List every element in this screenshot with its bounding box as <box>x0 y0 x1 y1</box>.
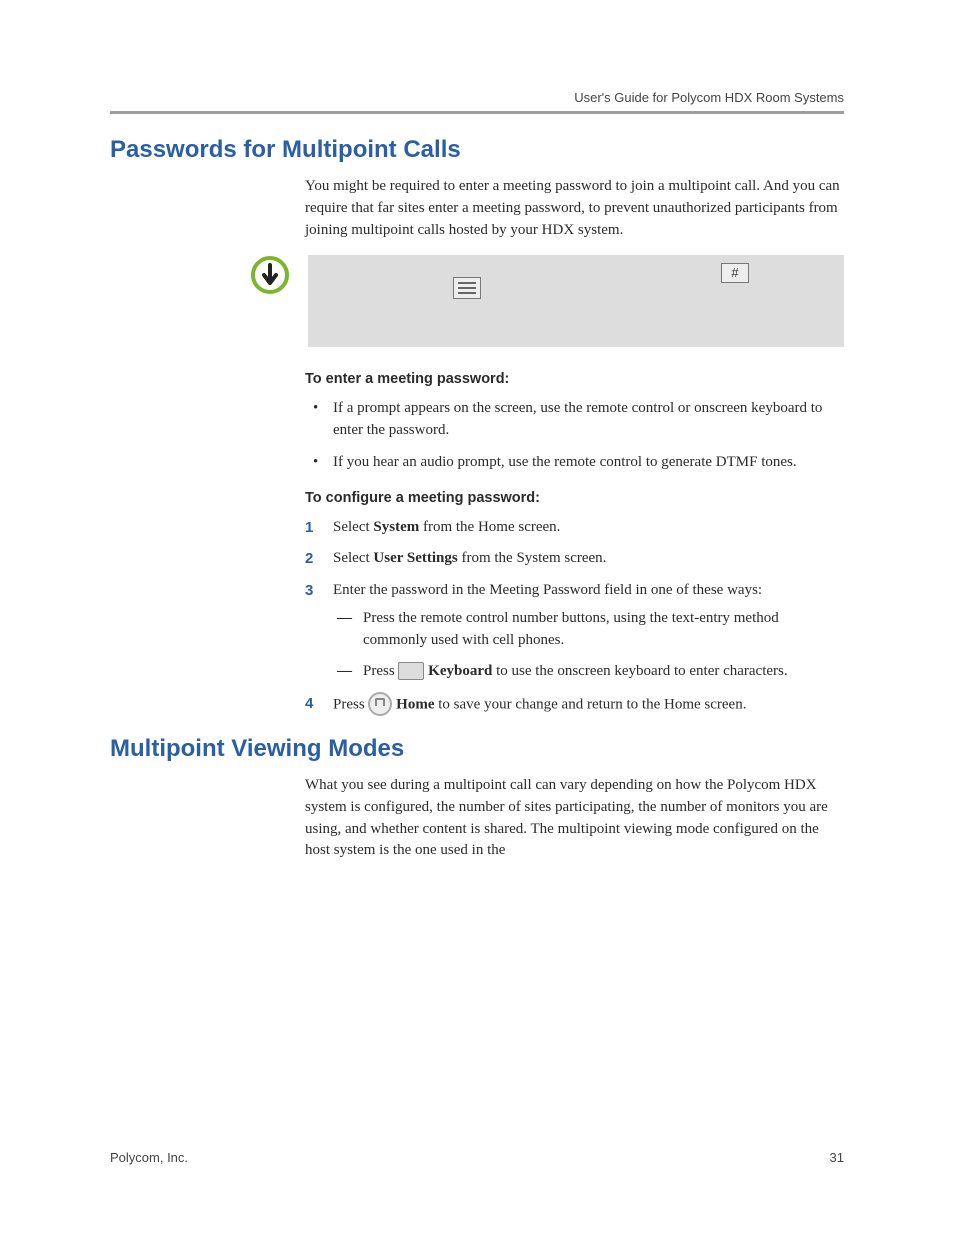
section-heading-viewing-modes: Multipoint Viewing Modes <box>110 735 844 763</box>
sub-text: Press <box>363 663 398 679</box>
footer-company: Polycom, Inc. <box>110 1150 188 1165</box>
step-text: Select <box>333 550 373 566</box>
sub-text: to use the onscreen keyboard to enter ch… <box>492 663 787 679</box>
step-text: Press <box>333 696 368 712</box>
footer-page-number: 31 <box>830 1150 844 1165</box>
intro-paragraph: You might be required to enter a meeting… <box>305 176 844 241</box>
step-text: Enter the password in the Meeting Passwo… <box>333 582 762 598</box>
step3-sublist: Press the remote control number buttons,… <box>333 608 844 683</box>
section1-body: You might be required to enter a meeting… <box>305 176 844 241</box>
sub-bold: Keyboard <box>428 663 492 679</box>
step-item: Press Home to save your change and retur… <box>305 693 844 717</box>
home-icon <box>368 692 392 716</box>
note-box: # <box>308 255 844 347</box>
page-footer: Polycom, Inc. 31 <box>110 1150 844 1165</box>
step-text: from the System screen. <box>458 550 607 566</box>
enter-password-bullets: If a prompt appears on the screen, use t… <box>305 398 844 473</box>
step-bold: Home <box>396 696 434 712</box>
list-item: If a prompt appears on the screen, use t… <box>305 398 844 442</box>
step-item: Select System from the Home screen. <box>305 517 844 539</box>
step-item: Select User Settings from the System scr… <box>305 548 844 570</box>
configure-password-steps: Select System from the Home screen. Sele… <box>305 517 844 718</box>
list-item: Press the remote control number buttons,… <box>333 608 844 652</box>
step-bold: System <box>373 519 419 535</box>
viewing-modes-paragraph: What you see during a multipoint call ca… <box>305 775 844 862</box>
step-bold: User Settings <box>373 550 457 566</box>
header-rule <box>110 111 844 114</box>
note-callout: # <box>110 255 844 347</box>
hash-key-icon: # <box>721 263 749 283</box>
list-item: Press Keyboard to use the onscreen keybo… <box>333 661 844 683</box>
list-item: If you hear an audio prompt, use the rem… <box>305 452 844 474</box>
keyboard-icon <box>398 662 424 680</box>
running-header: User's Guide for Polycom HDX Room System… <box>110 90 844 105</box>
section2-body: What you see during a multipoint call ca… <box>305 775 844 862</box>
step-text: Select <box>333 519 373 535</box>
subhead-configure-password: To configure a meeting password: <box>305 488 844 509</box>
section-heading-passwords: Passwords for Multipoint Calls <box>110 136 844 164</box>
subhead-enter-password: To enter a meeting password: <box>305 369 844 390</box>
enter-password-block: To enter a meeting password: If a prompt… <box>305 369 844 717</box>
step-text: from the Home screen. <box>419 519 560 535</box>
document-page: User's Guide for Polycom HDX Room System… <box>0 0 954 1235</box>
list-icon <box>453 277 481 299</box>
note-arrow-icon <box>250 255 298 300</box>
step-item: Enter the password in the Meeting Passwo… <box>305 580 844 683</box>
step-text: to save your change and return to the Ho… <box>435 696 747 712</box>
